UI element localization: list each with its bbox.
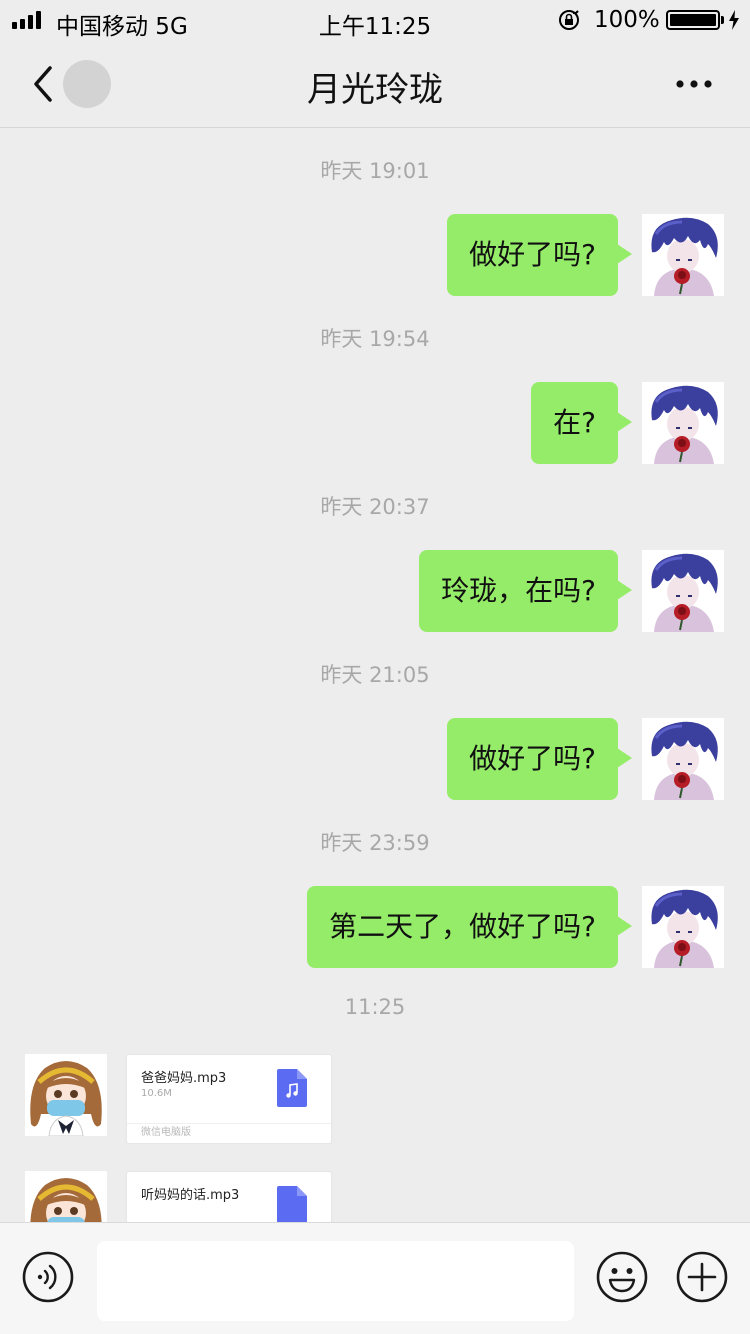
- timestamp: 11:25: [344, 995, 406, 1019]
- message-bubble[interactable]: 玲珑，在吗?: [419, 550, 632, 632]
- chat-title: 月光玲珑: [307, 70, 443, 110]
- battery-tip: [721, 16, 724, 24]
- timestamp: 昨天 19:01: [320, 159, 430, 183]
- status-bar: 中国移动 5G 上午11:25 100%: [0, 0, 750, 40]
- contact-message-avatar[interactable]: [25, 1171, 107, 1222]
- timestamp: 昨天 20:37: [320, 495, 430, 519]
- chat-header: 月光玲珑: [0, 40, 750, 128]
- my-avatar[interactable]: [642, 550, 724, 632]
- outgoing-message: 在?: [531, 382, 724, 464]
- message-bubble[interactable]: 第二天了，做好了吗?: [307, 886, 632, 968]
- message-input[interactable]: [97, 1241, 574, 1321]
- music-file-icon: [277, 1069, 307, 1107]
- my-avatar[interactable]: [642, 214, 724, 296]
- incoming-file-message: 爸爸妈妈.mp3 10.6M 微信电脑版: [25, 1054, 332, 1144]
- timestamp: 昨天 23:59: [320, 831, 430, 855]
- file-size: 10.6M: [141, 1088, 172, 1099]
- my-avatar[interactable]: [642, 382, 724, 464]
- input-bar: [0, 1222, 750, 1334]
- file-name: 爸爸妈妈.mp3: [141, 1071, 227, 1086]
- timestamp: 昨天 19:54: [320, 327, 430, 351]
- message-bubble[interactable]: 做好了吗?: [447, 718, 632, 800]
- file-source: 微信电脑版: [127, 1123, 331, 1143]
- message-list[interactable]: 昨天 19:01 做好了吗? 昨天 19:54 在? 昨天 20:37 玲珑，在…: [0, 129, 750, 1222]
- rotation-lock-icon: [559, 10, 579, 30]
- emoji-icon[interactable]: [596, 1251, 648, 1303]
- battery-icon: [666, 10, 720, 30]
- voice-icon[interactable]: [22, 1251, 74, 1303]
- file-name: 听妈妈的话.mp3: [141, 1188, 240, 1203]
- chat-screen: 中国移动 5G 上午11:25 100% 月光玲珑 昨天 19:01 做好了吗?…: [0, 0, 750, 1334]
- outgoing-message: 玲珑，在吗?: [419, 550, 724, 632]
- outgoing-message: 做好了吗?: [447, 718, 724, 800]
- incoming-file-message: 听妈妈的话.mp3: [25, 1171, 332, 1222]
- message-bubble[interactable]: 做好了吗?: [447, 214, 632, 296]
- more-dots-icon[interactable]: [672, 66, 716, 102]
- battery-percent: 100%: [594, 7, 660, 33]
- plus-icon[interactable]: [676, 1251, 728, 1303]
- contact-message-avatar[interactable]: [25, 1054, 107, 1136]
- music-file-icon: [277, 1186, 307, 1222]
- message-bubble[interactable]: 在?: [531, 382, 632, 464]
- outgoing-message: 第二天了，做好了吗?: [307, 886, 724, 968]
- file-card[interactable]: 爸爸妈妈.mp3 10.6M 微信电脑版: [126, 1054, 332, 1144]
- timestamp: 昨天 21:05: [320, 663, 430, 687]
- outgoing-message: 做好了吗?: [447, 214, 724, 296]
- charging-bolt-icon: [729, 10, 739, 30]
- my-avatar[interactable]: [642, 718, 724, 800]
- my-avatar[interactable]: [642, 886, 724, 968]
- file-card[interactable]: 听妈妈的话.mp3: [126, 1171, 332, 1222]
